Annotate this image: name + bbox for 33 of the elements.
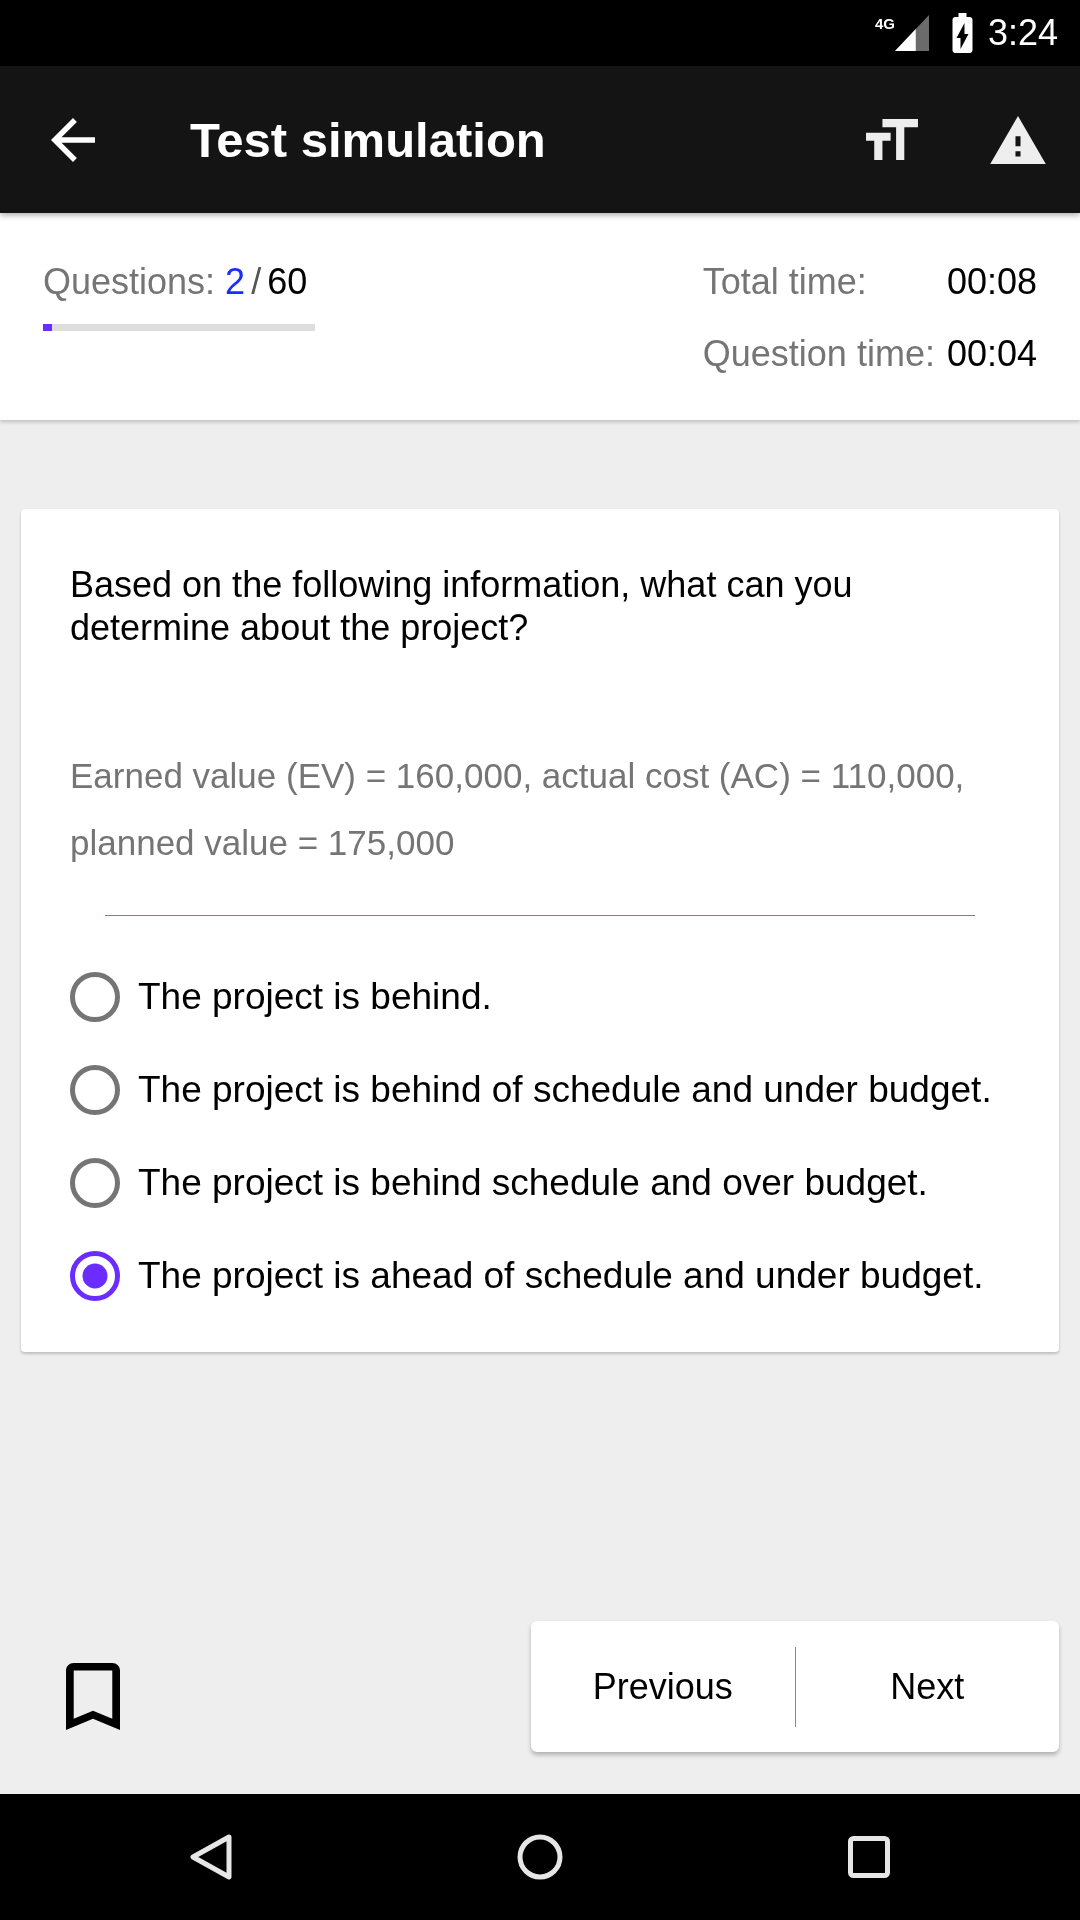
radio-button[interactable] — [70, 1064, 120, 1115]
recents-square-icon[interactable] — [848, 1836, 891, 1878]
battery-charging-icon — [950, 13, 974, 53]
question-text: Based on the following information, what can you determine about the project? — [70, 563, 854, 649]
question-info: Earned value (EV) = 160,000, actual cost (AC) = 110,000, planned value = 175,000 — [70, 755, 966, 864]
signal-icon — [894, 15, 929, 51]
total-questions: 60 — [267, 260, 308, 304]
next-button[interactable]: Next — [795, 1621, 1059, 1752]
status-time: 3:24 — [987, 13, 1058, 53]
option-text: The project is behind of schedule and under budget. — [138, 1067, 992, 1112]
questions-label: Questions: — [43, 260, 216, 304]
network-type: 4G — [874, 16, 895, 32]
radio-button[interactable] — [70, 1157, 120, 1208]
total-time-label: Total time: — [702, 260, 868, 304]
previous-button[interactable]: Previous — [531, 1621, 795, 1752]
question-separator: / — [251, 260, 262, 304]
home-circle-icon[interactable] — [517, 1834, 563, 1880]
current-question-number: 2 — [225, 260, 246, 304]
option-text: The project is behind. — [138, 974, 492, 1019]
bookmark-button[interactable] — [66, 1662, 120, 1731]
radio-button[interactable] — [70, 1250, 120, 1301]
total-time-value: 00:08 — [946, 260, 1037, 304]
text-size-icon — [866, 119, 918, 160]
question-time-value: 00:04 — [946, 332, 1037, 376]
back-triangle-icon[interactable] — [188, 1833, 233, 1881]
back-arrow-icon — [51, 117, 95, 162]
toolbar-title: Test simulation — [190, 111, 546, 168]
bookmark-icon — [66, 1663, 120, 1730]
warning-icon — [990, 115, 1046, 164]
option-text: The project is ahead of schedule and under budget. — [138, 1253, 984, 1298]
radio-button[interactable] — [70, 971, 120, 1022]
question-time-label: Question time: — [702, 332, 935, 376]
option-text: The project is behind schedule and over budget. — [138, 1160, 928, 1205]
